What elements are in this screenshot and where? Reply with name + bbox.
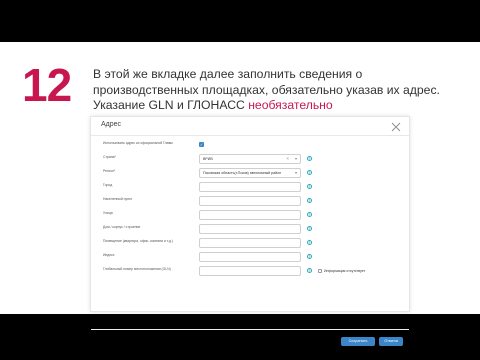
gln-missing-option[interactable]: Информация отсутствует	[318, 269, 366, 274]
chevron-down-icon[interactable]: ▾	[295, 169, 297, 177]
country-value: ВРИВ	[203, 157, 213, 161]
footer-divider	[91, 329, 409, 330]
instruction-text: В этой же вкладке далее заполнить сведен…	[93, 67, 463, 114]
help-icon[interactable]: ?	[307, 268, 312, 273]
gln-input[interactable]	[199, 266, 301, 276]
step-number: 12	[22, 59, 72, 111]
row-locality: Населенный пункт ?	[91, 196, 409, 208]
field-label: Регион*	[103, 169, 116, 173]
region-value: Псковская область(г.Псков) автономный ра…	[203, 171, 282, 175]
locality-input[interactable]	[199, 196, 301, 206]
house-input[interactable]	[199, 224, 301, 234]
address-dialog: Адрес Использовать адрес из официальной …	[90, 116, 410, 346]
help-icon[interactable]: ?	[307, 212, 312, 217]
field-label: Город	[103, 183, 113, 187]
gln-missing-label: Информация отсутствует	[324, 269, 366, 273]
help-icon[interactable]: ?	[307, 156, 312, 161]
row-country: Страна* ВРИВ × ▾ ?	[91, 154, 409, 166]
help-icon[interactable]: ?	[307, 170, 312, 175]
field-label: Использовать адрес из официальной Главы	[103, 141, 173, 145]
field-label: Помещение (квартира, офис, комната и т.д…	[103, 239, 173, 243]
chevron-down-icon[interactable]: ▾	[295, 155, 297, 163]
row-use-official-address: Использовать адрес из официальной Главы …	[91, 140, 409, 152]
row-region: Регион* Псковская область(г.Псков) автон…	[91, 168, 409, 180]
dialog-divider	[91, 135, 409, 136]
premises-input[interactable]	[199, 238, 301, 248]
row-street: Улица ?	[91, 210, 409, 222]
field-label: Глобальный номер местоположения (GLN)	[103, 267, 171, 271]
row-house: Дом / корпус / строение ?	[91, 224, 409, 236]
field-label: Населенный пункт	[103, 197, 133, 201]
slide: 12 В этой же вкладке далее заполнить све…	[0, 42, 480, 346]
help-icon[interactable]: ?	[307, 226, 312, 231]
row-gln: Глобальный номер местоположения (GLN) ? …	[91, 266, 409, 278]
field-label: Дом / корпус / строение	[103, 225, 141, 229]
use-official-address-checkbox[interactable]: ✓	[199, 142, 204, 147]
field-label: Улица	[103, 211, 113, 215]
row-premises: Помещение (квартира, офис, комната и т.д…	[91, 238, 409, 250]
city-input[interactable]	[199, 182, 301, 192]
region-select[interactable]: Псковская область(г.Псков) автономный ра…	[199, 168, 301, 178]
field-label: Страна*	[103, 155, 116, 159]
cancel-button[interactable]: Отмена	[379, 337, 403, 346]
help-icon[interactable]: ?	[307, 254, 312, 259]
street-input[interactable]	[199, 210, 301, 220]
help-icon[interactable]: ?	[307, 184, 312, 189]
save-button[interactable]: Сохранить	[341, 337, 375, 346]
row-city: Город ?	[91, 182, 409, 194]
close-icon[interactable]	[391, 119, 401, 132]
field-label: Индекс	[103, 253, 115, 257]
help-icon[interactable]: ?	[307, 198, 312, 203]
postcode-input[interactable]	[199, 252, 301, 262]
help-icon[interactable]: ?	[307, 240, 312, 245]
country-select[interactable]: ВРИВ × ▾	[199, 154, 301, 164]
clear-icon[interactable]: ×	[286, 155, 289, 163]
gln-missing-checkbox[interactable]	[318, 269, 322, 274]
dialog-title: Адрес	[101, 121, 122, 128]
instruction-highlight: необязательно	[248, 98, 333, 112]
row-postcode: Индекс ?	[91, 252, 409, 264]
